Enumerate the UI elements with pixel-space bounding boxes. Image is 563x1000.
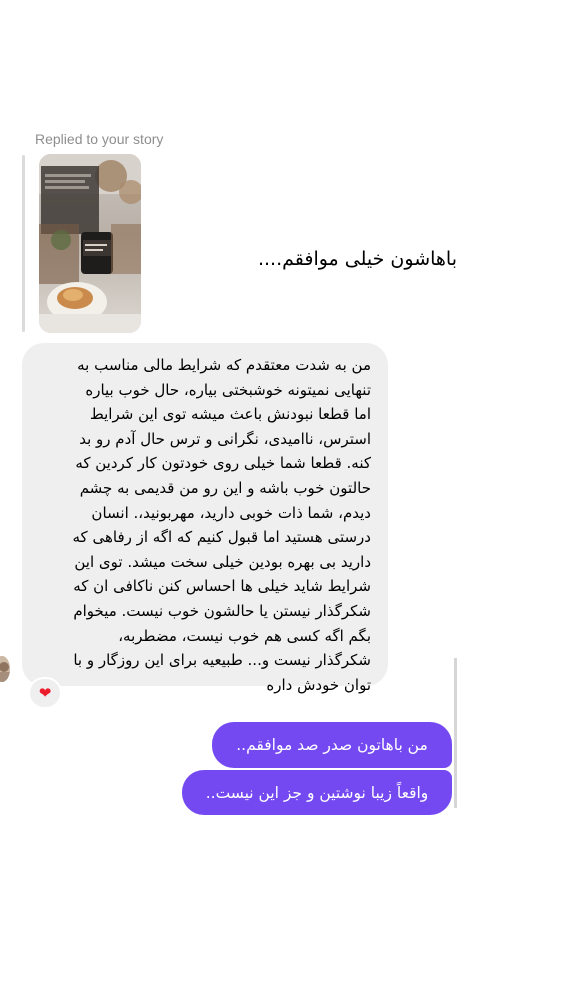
incoming-message-line: حالتون خوب باشه و این رو من قدیمی به چشم	[79, 478, 371, 497]
incoming-message-line: درستی هستید اما قبول کنیم که اگه از رفاه…	[72, 528, 371, 547]
incoming-message-bubble[interactable]: من به شدت معتقدم که شرایط مالی مناسب به …	[22, 343, 388, 694]
incoming-message-line: شرایط شاید خیلی ها احساس کنن ناکافی ان ک…	[73, 577, 371, 596]
heart-icon: ❤	[38, 684, 52, 702]
outgoing-message-bubble[interactable]: من باهاتون صدر صد موافقم..	[212, 722, 452, 768]
message-group-indicator	[454, 658, 457, 808]
incoming-message-line: دارید بی بهره بودین خیلی سخت میشد. توی ا…	[74, 552, 371, 571]
heart-reaction[interactable]: ❤	[28, 677, 62, 709]
sender-avatar[interactable]	[0, 656, 10, 682]
incoming-message-line: بگم اگه کسی هم خوب نیست، مضطربه،	[118, 626, 371, 645]
incoming-message-line: کنه. قطعا شما خیلی روی خودتون کار کردین …	[75, 454, 371, 473]
incoming-message-line: شکرگذار نیست و... طبیعیه برای این روزگار…	[73, 651, 371, 670]
story-image	[39, 154, 141, 333]
incoming-message-text: من به شدت معتقدم که شرایط مالی مناسب به …	[31, 353, 371, 697]
incoming-message-line: تنهایی نمیتونه خوشبختی بیاره، حال خوب بی…	[85, 380, 371, 399]
story-thumbnail[interactable]	[39, 154, 141, 333]
outgoing-message-text: واقعاً زیبا نوشتین و جز این نیست..	[205, 783, 429, 802]
story-reply-message: باهاشون خیلی موافقم....	[257, 248, 457, 270]
incoming-message-line: دیدم، شما ذات خوبی دارید، مهربونید،. انس…	[91, 503, 371, 522]
outgoing-message-bubble[interactable]: واقعاً زیبا نوشتین و جز این نیست..	[182, 770, 452, 815]
avatar-image	[0, 656, 10, 682]
incoming-message-line: استرس، ناامیدی، نگرانی و ترس حال آدم رو …	[79, 429, 371, 448]
outgoing-message-text: من باهاتون صدر صد موافقم..	[236, 736, 428, 754]
replied-to-story-label: Replied to your story	[35, 131, 164, 147]
incoming-message-line: اما قطعا نبودنش باعث میشه توی این شرایط	[89, 405, 371, 424]
reply-indicator-bar	[22, 155, 25, 332]
incoming-message-line: شکرگذار نیستن یا حالشون خوب نیست. میخوام	[73, 601, 371, 620]
incoming-message-line: من به شدت معتقدم که شرایط مالی مناسب به	[77, 356, 371, 374]
incoming-message-line: توان خودش داره	[266, 675, 371, 694]
